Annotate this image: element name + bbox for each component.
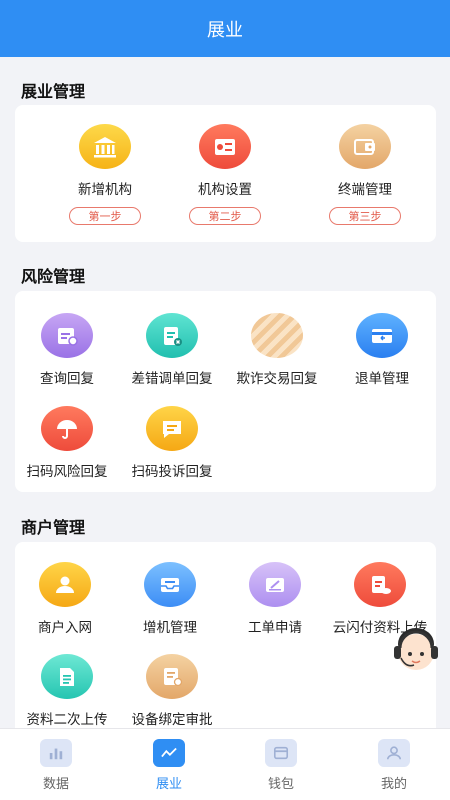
chargeback-button[interactable]: 退单管理 <box>332 313 432 387</box>
tray-icon <box>144 562 196 607</box>
bar-chart-icon <box>40 739 72 767</box>
institution-settings-button[interactable]: 机构设置 第二步 <box>175 124 275 225</box>
pos-terminal-icon <box>339 124 391 169</box>
error-slip-reply-label: 差错调单回复 <box>131 371 213 387</box>
scan-complaint-reply-label: 扫码投诉回复 <box>131 464 213 480</box>
institution-settings-label: 机构设置 <box>198 182 252 198</box>
query-reply-label: 查询回复 <box>40 371 94 387</box>
second-upload-button[interactable]: 资料二次上传 <box>17 654 117 728</box>
tab-data-label: 数据 <box>42 777 69 792</box>
chargeback-label: 退单管理 <box>355 371 409 387</box>
scan-complaint-reply-button[interactable]: 扫码投诉回复 <box>122 406 222 480</box>
error-slip-reply-button[interactable]: 差错调单回复 <box>122 313 222 387</box>
device-binding-approval-button[interactable]: 设备绑定审批 <box>122 654 222 728</box>
terminal-management-button[interactable]: 终端管理 第三步 <box>315 124 415 225</box>
scan-risk-reply-button[interactable]: 扫码风险回复 <box>17 406 117 480</box>
calendar-search-icon <box>41 313 93 358</box>
add-device-label: 增机管理 <box>143 620 197 636</box>
message-icon <box>146 406 198 451</box>
section-title-merchant: 商户管理 <box>21 518 86 537</box>
striped-ball-icon <box>251 313 303 358</box>
tab-business-label: 展业 <box>155 777 182 792</box>
step-badge: 第三步 <box>329 207 401 225</box>
tab-mine[interactable]: 我的 <box>354 739 434 792</box>
add-institution-button[interactable]: 新增机构 第一步 <box>55 124 155 225</box>
merchant-user-icon <box>39 562 91 607</box>
tab-mine-label: 我的 <box>380 777 407 792</box>
merchant-onboarding-button[interactable]: 商户入网 <box>15 562 115 636</box>
bottom-tab-bar: 数据 展业 钱包 我的 <box>0 728 450 800</box>
risk-card: 查询回复 差错调单回复 欺诈交易回复 退单管理 扫码风险回复 扫码投诉回复 <box>15 291 436 492</box>
section-title-business: 展业管理 <box>21 82 86 101</box>
step-badge: 第一步 <box>69 207 141 225</box>
tab-wallet-label: 钱包 <box>267 777 294 792</box>
customer-service-icon <box>394 628 438 670</box>
work-order-label: 工单申请 <box>248 620 302 636</box>
section-title-risk: 风险管理 <box>21 267 86 286</box>
profile-icon <box>378 739 410 767</box>
umbrella-icon <box>41 406 93 451</box>
customer-service-button[interactable] <box>388 622 444 678</box>
document-lines-icon <box>41 654 93 699</box>
fraud-reply-button[interactable]: 欺诈交易回复 <box>227 313 327 387</box>
settings-list-icon <box>199 124 251 169</box>
wallet-icon <box>265 739 297 767</box>
edit-form-icon <box>249 562 301 607</box>
scan-risk-reply-label: 扫码风险回复 <box>26 464 108 480</box>
merchant-onboarding-label: 商户入网 <box>38 620 92 636</box>
document-error-icon <box>146 313 198 358</box>
approval-doc-icon <box>146 654 198 699</box>
business-card: 新增机构 第一步 机构设置 第二步 终端管理 第三步 <box>15 105 436 242</box>
tab-data[interactable]: 数据 <box>16 739 96 792</box>
card-return-icon <box>356 313 408 358</box>
trend-line-icon <box>153 739 185 767</box>
merchant-card: 商户入网 增机管理 工单申请 云闪付资料上传 资料二次上传 设备绑定审批 <box>15 542 436 728</box>
tab-business[interactable]: 展业 <box>129 739 209 792</box>
device-binding-approval-label: 设备绑定审批 <box>131 712 213 728</box>
step-badge: 第二步 <box>189 207 261 225</box>
add-device-button[interactable]: 增机管理 <box>120 562 220 636</box>
bank-icon <box>79 124 131 169</box>
tab-wallet[interactable]: 钱包 <box>241 739 321 792</box>
page-title: 展业 <box>207 19 243 41</box>
page-header: 展业 <box>0 0 450 57</box>
add-institution-label: 新增机构 <box>78 182 132 198</box>
fraud-reply-label: 欺诈交易回复 <box>236 371 318 387</box>
query-reply-button[interactable]: 查询回复 <box>17 313 117 387</box>
document-cloud-icon <box>354 562 406 607</box>
terminal-management-label: 终端管理 <box>338 182 392 198</box>
work-order-button[interactable]: 工单申请 <box>225 562 325 636</box>
second-upload-label: 资料二次上传 <box>26 712 108 728</box>
